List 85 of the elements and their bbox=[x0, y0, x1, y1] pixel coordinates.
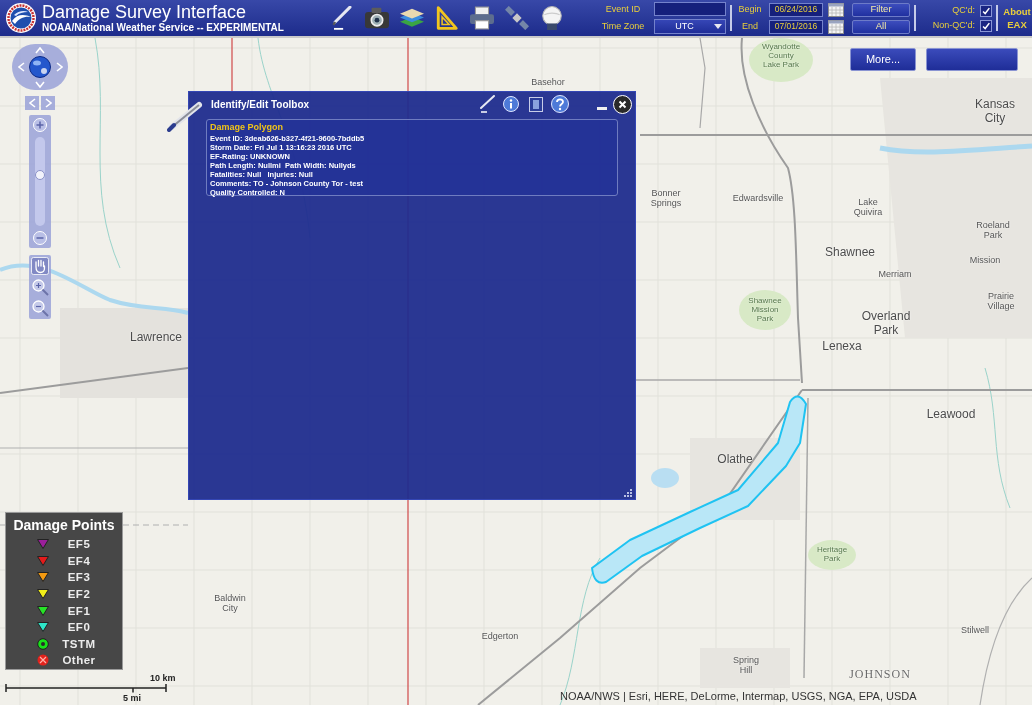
map-label: Lawrence bbox=[130, 331, 182, 345]
circular-logo bbox=[6, 3, 36, 33]
more-button[interactable]: More... bbox=[850, 48, 916, 71]
scale-label: 10 km bbox=[150, 673, 176, 683]
map-label: Shawnee bbox=[825, 246, 875, 260]
map-label: Heritage Park bbox=[816, 545, 848, 564]
caret-icon bbox=[714, 24, 722, 29]
map-attribution: NOAA/NWS | Esri, HERE, DeLorme, Intermap, USGS, NGA, EPA, USDA bbox=[560, 690, 917, 703]
pencil-icon bbox=[167, 100, 203, 132]
blank-button[interactable] bbox=[926, 48, 1018, 71]
map-label: Roeland Park bbox=[976, 220, 1010, 241]
zoom-track[interactable] bbox=[35, 137, 45, 226]
qc-filter-label: Non-QC'd: bbox=[932, 20, 975, 31]
map-label: Olathe bbox=[717, 453, 753, 467]
event-id-label: Event ID bbox=[604, 3, 642, 15]
begin-date-field[interactable]: 06/24/2016 bbox=[769, 2, 823, 17]
map-label: Merriam bbox=[878, 269, 912, 280]
triangle-ruler-icon[interactable] bbox=[435, 6, 459, 30]
legend-label: EF1 bbox=[66, 603, 92, 618]
map-label: Lake Quivira bbox=[853, 197, 883, 218]
map-label: Baldwin City bbox=[214, 593, 246, 614]
zoom-out-icon[interactable] bbox=[33, 231, 47, 245]
map-label: Edwardsville bbox=[732, 193, 784, 204]
map-label: Wyandotte County Lake Park bbox=[761, 42, 801, 70]
minimize-icon[interactable] bbox=[597, 106, 607, 110]
legend-label: Other bbox=[61, 653, 97, 668]
dome-icon[interactable] bbox=[540, 6, 564, 30]
info-icon[interactable] bbox=[503, 96, 519, 112]
pencil-icon[interactable] bbox=[479, 95, 495, 113]
legend-title: Damage Points bbox=[13, 515, 115, 534]
legend-label: TSTM bbox=[61, 636, 97, 651]
map-label: Stilwell bbox=[961, 625, 989, 636]
close-icon[interactable] bbox=[613, 94, 632, 114]
app-subtitle: NOAA/National Weather Service -- EXPERIMENTAL bbox=[42, 22, 285, 34]
time-zone-select[interactable]: UTC bbox=[654, 19, 726, 34]
document-icon[interactable] bbox=[529, 96, 543, 112]
checkbox[interactable] bbox=[980, 19, 992, 32]
magnifier-minus-icon[interactable] bbox=[31, 299, 49, 317]
satellite-icon[interactable] bbox=[505, 6, 529, 30]
map-label: Leawood bbox=[926, 408, 976, 422]
map-label: Spring Hill bbox=[733, 655, 759, 676]
map-label: Lenexa bbox=[822, 340, 862, 354]
scale-label: 5 mi bbox=[123, 693, 141, 703]
globe-icon[interactable] bbox=[29, 56, 51, 78]
all-button[interactable]: All bbox=[852, 19, 910, 34]
magnifier-plus-icon[interactable] bbox=[31, 278, 49, 296]
toolbox-title: Identify/Edit Toolbox bbox=[211, 97, 310, 112]
map-label: Edgerton bbox=[481, 631, 519, 642]
hand-icon[interactable] bbox=[31, 257, 49, 275]
office-code: EAX bbox=[1007, 18, 1027, 31]
legend-label: EF2 bbox=[66, 587, 92, 602]
qc-filter-label: QC'd: bbox=[952, 5, 975, 16]
feature-heading: Damage Polygon bbox=[210, 121, 284, 134]
map-label: Bonner Springs bbox=[650, 188, 682, 209]
calendar-icon[interactable] bbox=[828, 19, 844, 34]
end-label: End bbox=[741, 21, 759, 32]
legend-label: EF3 bbox=[66, 570, 92, 585]
zoom-in-icon[interactable] bbox=[33, 118, 47, 132]
map-label: Prairie Village bbox=[987, 291, 1015, 312]
zoom-thumb[interactable] bbox=[35, 170, 45, 181]
printer-icon[interactable] bbox=[470, 6, 494, 30]
map-label: Basehor bbox=[531, 77, 565, 88]
filter-button[interactable]: Filter bbox=[852, 2, 910, 17]
about-link[interactable]: About bbox=[1003, 5, 1031, 18]
map-label: Overland Park bbox=[861, 310, 911, 338]
map-label: JOHNSON bbox=[849, 668, 911, 682]
resize-grip-icon[interactable] bbox=[624, 489, 632, 497]
map-label: Kansas City bbox=[975, 98, 1015, 126]
event-id-field[interactable] bbox=[654, 2, 726, 16]
time-zone-label: Time Zone bbox=[600, 21, 646, 32]
map-label: Shawnee Mission Park bbox=[748, 296, 782, 324]
begin-label: Begin bbox=[737, 4, 763, 15]
layers-icon[interactable] bbox=[400, 6, 424, 30]
legend-label: EF0 bbox=[66, 620, 92, 635]
pencil-icon[interactable] bbox=[330, 6, 354, 30]
legend-label: EF4 bbox=[66, 553, 92, 568]
camera-icon[interactable] bbox=[365, 6, 389, 30]
calendar-icon[interactable] bbox=[828, 2, 844, 17]
damage-polygon[interactable] bbox=[591, 395, 807, 584]
legend-label: EF5 bbox=[66, 537, 92, 552]
end-date-field[interactable]: 07/01/2016 bbox=[769, 19, 823, 34]
help-icon[interactable] bbox=[551, 95, 569, 113]
checkbox[interactable] bbox=[980, 4, 992, 17]
app-title: Damage Survey Interface bbox=[42, 2, 248, 22]
map-label: Mission bbox=[969, 255, 1001, 266]
